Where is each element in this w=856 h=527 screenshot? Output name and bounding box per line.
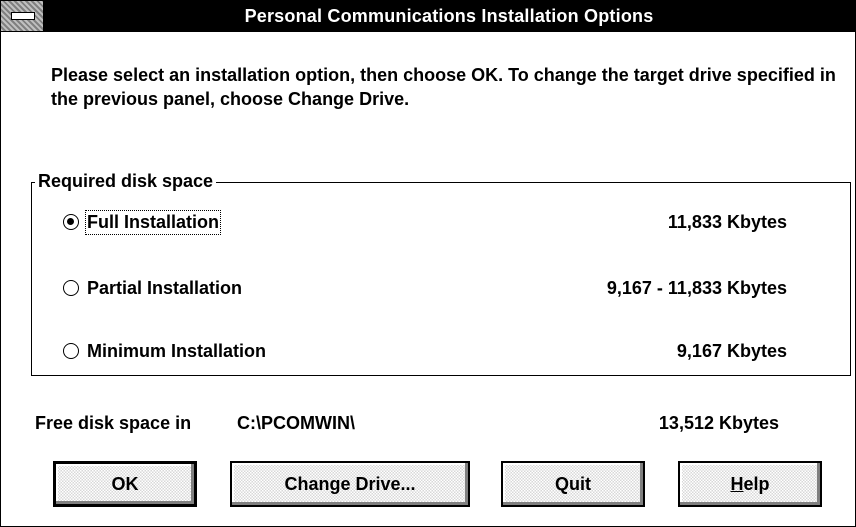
minimum-installation-size: 9,167 Kbytes	[676, 341, 787, 361]
quit-button-label: Quit	[555, 473, 591, 494]
radio-unselected-icon[interactable]	[63, 280, 79, 296]
option-label: Minimum Installation	[87, 340, 267, 361]
installation-options-dialog: Personal Communications Installation Opt…	[0, 0, 856, 527]
help-mnemonic: H	[730, 473, 744, 494]
change-drive-button-label: Change Drive...	[284, 473, 416, 494]
option-label: Partial Installation	[87, 277, 243, 298]
window-title: Personal Communications Installation Opt…	[244, 6, 654, 26]
instructions-text: Please select an installation option, th…	[51, 65, 836, 109]
quit-button[interactable]: Quit	[501, 461, 645, 507]
radio-selected-icon[interactable]	[63, 214, 79, 230]
radio-unselected-icon[interactable]	[63, 343, 79, 359]
help-rest: elp	[743, 473, 770, 494]
change-drive-button[interactable]: Change Drive...	[230, 461, 470, 507]
free-space-path: C:\PCOMWIN\	[237, 413, 355, 433]
option-label: Full Installation	[84, 209, 222, 235]
group-label: Required disk space	[35, 169, 217, 193]
free-space-size: 13,512 Kbytes	[658, 413, 779, 433]
help-button-label: Help	[730, 474, 769, 495]
radio-minimum-installation[interactable]: Minimum Installation	[63, 338, 266, 364]
radio-full-installation[interactable]: Full Installation	[63, 209, 222, 235]
ok-button[interactable]: OK	[53, 461, 197, 507]
ok-button-label: OK	[111, 473, 139, 494]
system-menu-icon[interactable]	[1, 1, 44, 31]
radio-partial-installation[interactable]: Partial Installation	[63, 275, 242, 301]
partial-installation-size: 9,167 - 11,833 Kbytes	[606, 278, 787, 298]
help-button[interactable]: Help	[678, 461, 822, 507]
free-space-label: Free disk space in	[35, 413, 192, 433]
full-installation-size: 11,833 Kbytes	[667, 212, 787, 232]
title-bar: Personal Communications Installation Opt…	[1, 1, 855, 32]
